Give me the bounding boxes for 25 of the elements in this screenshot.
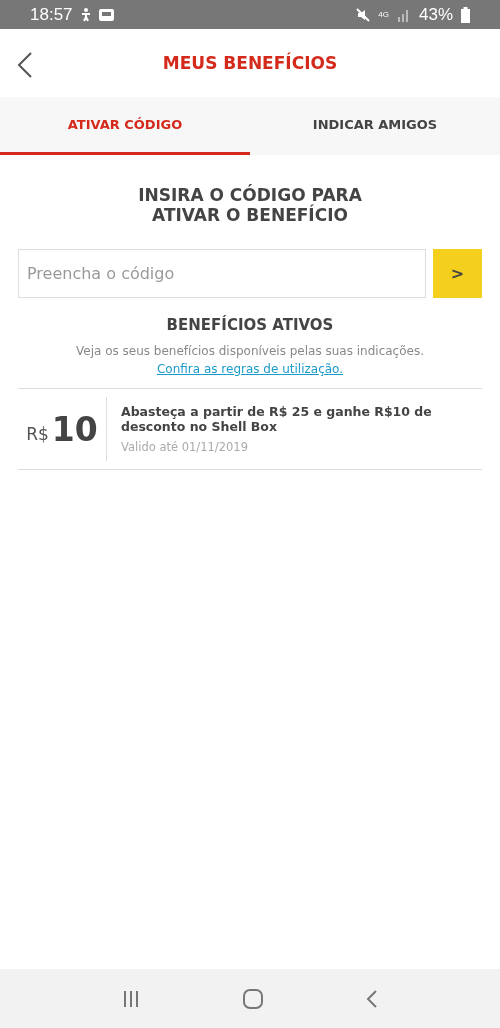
section-heading: INSIRA O CÓDIGO PARA ATIVAR O BENEFÍCIO	[137, 185, 363, 225]
currency-label: R$	[26, 424, 49, 444]
section-title: BENEFÍCIOS ATIVOS	[165, 316, 335, 334]
benefit-amount: 10	[51, 409, 98, 449]
description-text: Veja os seus benefícios disponíveis pelas suas indicações.	[75, 344, 425, 358]
signal-icon	[396, 7, 411, 22]
home-icon[interactable]	[243, 988, 263, 1009]
battery-percent: 43%	[418, 4, 453, 25]
mute-icon	[356, 7, 371, 22]
benefit-description: Abasteça a partir de R$ 25 e ganhe R$10 de desconto no Shell Box	[121, 404, 433, 434]
back-button[interactable]	[16, 51, 34, 79]
accessibility-icon	[80, 7, 91, 22]
code-input-field[interactable]: Preencha o código	[18, 249, 426, 298]
page-title: MEUS BENEFÍCIOS	[162, 53, 338, 73]
battery-icon	[461, 6, 470, 23]
recent-apps-icon[interactable]	[121, 990, 140, 1007]
status-time: 18:57	[30, 4, 73, 25]
network-type: 4G	[378, 10, 389, 19]
tab[interactable]: INDICAR AMIGOS	[250, 97, 500, 155]
media-icon	[98, 7, 117, 22]
back-icon[interactable]	[366, 989, 379, 1008]
validity-date: Valido até 01/11/2019	[121, 440, 249, 454]
tab[interactable]: ATIVAR CÓDIGO	[0, 97, 250, 155]
rules-link[interactable]: Confira as regras de utilização.	[156, 362, 344, 376]
submit-button[interactable]: >	[433, 249, 482, 298]
